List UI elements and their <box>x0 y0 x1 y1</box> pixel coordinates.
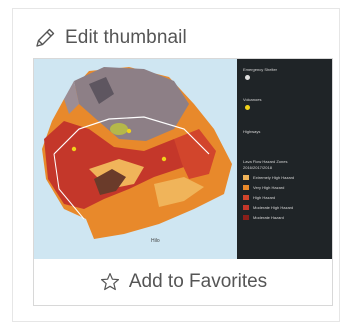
map-ocean-label: Hilo <box>151 238 160 244</box>
pencil-icon <box>36 28 55 47</box>
legend-hazard-label: Extremely High Hazard <box>253 175 295 180</box>
legend-subtitle: 2016/2017/2018 <box>243 165 272 170</box>
legend-swatch <box>243 175 249 180</box>
legend-hazard-label: Moderate Hazard <box>253 215 284 220</box>
legend-swatch <box>243 205 249 210</box>
add-to-favorites-label: Add to Favorites <box>128 271 268 292</box>
edit-thumbnail-label: Edit thumbnail <box>65 27 187 48</box>
add-to-favorites-button[interactable]: Add to Favorites <box>33 259 333 306</box>
legend-item-hazard-zones: Lava Flow Hazard Zones <box>243 159 288 164</box>
legend-swatch <box>243 195 249 200</box>
legend-item-emergency-shelter: Emergency Shelter <box>243 67 278 72</box>
map-thumbnail[interactable]: Hilo Emergency Shelter Volcanoes Highway… <box>33 58 333 260</box>
legend-swatch-volcano <box>245 105 250 110</box>
legend-swatch <box>243 215 249 220</box>
legend-hazard-label: Moderate High Hazard <box>253 205 294 210</box>
legend-item-volcanoes: Volcanoes <box>243 97 262 102</box>
legend-hazard-label: High Hazard <box>253 195 276 200</box>
legend-item-highways: Highways <box>243 129 261 134</box>
star-outline-icon <box>100 272 119 291</box>
legend-swatch-shelter <box>245 75 250 80</box>
edit-thumbnail-button[interactable]: Edit thumbnail <box>33 23 187 53</box>
legend-swatch <box>243 185 249 190</box>
map-legend: Emergency Shelter Volcanoes Highways Lav… <box>237 59 332 259</box>
legend-hazard-label: Very High Hazard <box>253 185 285 190</box>
